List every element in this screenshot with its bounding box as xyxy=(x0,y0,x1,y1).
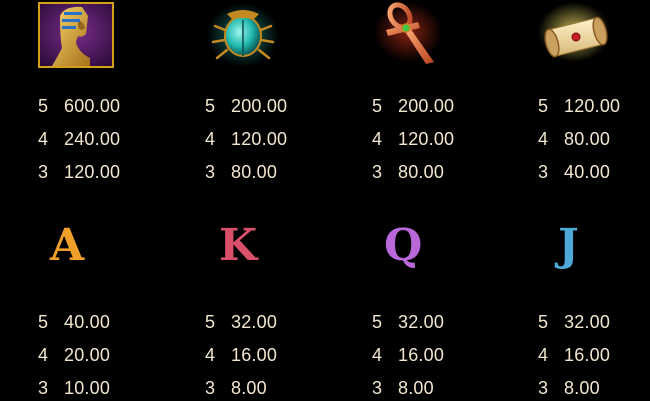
payout-count: 4 xyxy=(538,129,549,149)
symbol-letter: Q xyxy=(384,220,423,271)
payout-value: 32.00 xyxy=(564,312,611,332)
payout-value: 8.00 xyxy=(398,378,434,398)
paytable: 5 600.00 4 240.00 3 120.00 5 200.00 4 12… xyxy=(0,0,650,400)
payout-count: 4 xyxy=(372,345,383,365)
payout-count: 4 xyxy=(38,345,49,365)
payout-value: 32.00 xyxy=(398,312,445,332)
payout-row: 3 8.00 xyxy=(372,368,522,401)
payout-value: 10.00 xyxy=(64,378,111,398)
payout-list: 5 600.00 4 240.00 3 120.00 xyxy=(38,86,188,185)
payout-row: 4 120.00 xyxy=(372,119,522,152)
payout-value: 40.00 xyxy=(564,162,611,182)
payout-row: 3 40.00 xyxy=(538,152,650,185)
symbol-letter: K xyxy=(219,220,258,271)
payout-value: 16.00 xyxy=(398,345,445,365)
payout-row: 3 10.00 xyxy=(38,368,188,401)
payout-row: 4 120.00 xyxy=(205,119,355,152)
payout-list: 5 32.00 4 16.00 3 8.00 xyxy=(205,302,355,401)
payout-count: 3 xyxy=(372,378,383,398)
payout-count: 5 xyxy=(38,312,49,332)
payout-count: 5 xyxy=(372,312,383,332)
letter-q-icon: Q xyxy=(372,216,452,286)
payout-count: 5 xyxy=(538,312,549,332)
payout-value: 16.00 xyxy=(564,345,611,365)
payout-list: 5 32.00 4 16.00 3 8.00 xyxy=(372,302,522,401)
payout-row: 5 32.00 xyxy=(205,302,355,335)
payout-value: 200.00 xyxy=(231,96,288,116)
payout-count: 3 xyxy=(205,162,216,182)
payout-row: 5 32.00 xyxy=(372,302,522,335)
payout-value: 32.00 xyxy=(231,312,278,332)
payout-list: 5 120.00 4 80.00 3 40.00 xyxy=(538,86,650,185)
payout-value: 120.00 xyxy=(64,162,121,182)
payout-value: 80.00 xyxy=(564,129,611,149)
payout-row: 5 40.00 xyxy=(38,302,188,335)
payout-value: 120.00 xyxy=(564,96,621,116)
symbol-letter: A xyxy=(50,220,85,271)
payout-row: 5 600.00 xyxy=(38,86,188,119)
ankh-icon xyxy=(372,0,452,70)
payout-row: 4 240.00 xyxy=(38,119,188,152)
payout-value: 8.00 xyxy=(564,378,600,398)
payout-count: 4 xyxy=(205,129,216,149)
payout-count: 4 xyxy=(372,129,383,149)
payout-list: 5 200.00 4 120.00 3 80.00 xyxy=(372,86,522,185)
payout-row: 4 16.00 xyxy=(205,335,355,368)
payout-row: 3 80.00 xyxy=(372,152,522,185)
payout-row: 3 120.00 xyxy=(38,152,188,185)
payout-value: 120.00 xyxy=(231,129,288,149)
payout-value: 40.00 xyxy=(64,312,111,332)
payout-row: 5 120.00 xyxy=(538,86,650,119)
payout-row: 4 16.00 xyxy=(372,335,522,368)
payout-value: 80.00 xyxy=(231,162,278,182)
payout-count: 3 xyxy=(538,378,549,398)
payout-count: 5 xyxy=(38,96,49,116)
payout-row: 3 80.00 xyxy=(205,152,355,185)
payout-count: 3 xyxy=(205,378,216,398)
payout-count: 3 xyxy=(538,162,549,182)
payout-count: 4 xyxy=(205,345,216,365)
letter-a-icon: A xyxy=(38,216,118,286)
payout-count: 5 xyxy=(538,96,549,116)
scarab-beetle-icon xyxy=(205,0,285,70)
payout-row: 3 8.00 xyxy=(538,368,650,401)
nefertiti-bust-icon xyxy=(38,2,118,72)
payout-count: 4 xyxy=(38,129,49,149)
payout-count: 5 xyxy=(205,96,216,116)
payout-count: 3 xyxy=(38,378,49,398)
payout-value: 8.00 xyxy=(231,378,267,398)
payout-row: 3 8.00 xyxy=(205,368,355,401)
payout-count: 5 xyxy=(372,96,383,116)
payout-row: 5 200.00 xyxy=(372,86,522,119)
payout-value: 20.00 xyxy=(64,345,111,365)
payout-value: 120.00 xyxy=(398,129,455,149)
payout-value: 200.00 xyxy=(398,96,455,116)
payout-list: 5 32.00 4 16.00 3 8.00 xyxy=(538,302,650,401)
payout-row: 5 200.00 xyxy=(205,86,355,119)
payout-row: 4 20.00 xyxy=(38,335,188,368)
payout-list: 5 200.00 4 120.00 3 80.00 xyxy=(205,86,355,185)
papyrus-scroll-icon xyxy=(538,0,618,70)
payout-count: 4 xyxy=(538,345,549,365)
payout-count: 5 xyxy=(205,312,216,332)
letter-j-icon: J xyxy=(538,216,618,286)
payout-list: 5 40.00 4 20.00 3 10.00 xyxy=(38,302,188,401)
payout-row: 5 32.00 xyxy=(538,302,650,335)
payout-count: 3 xyxy=(372,162,383,182)
payout-value: 16.00 xyxy=(231,345,278,365)
payout-value: 600.00 xyxy=(64,96,121,116)
payout-value: 240.00 xyxy=(64,129,121,149)
symbol-letter: J xyxy=(558,220,579,271)
letter-k-icon: K xyxy=(205,216,285,286)
payout-row: 4 80.00 xyxy=(538,119,650,152)
payout-count: 3 xyxy=(38,162,49,182)
payout-value: 80.00 xyxy=(398,162,445,182)
payout-row: 4 16.00 xyxy=(538,335,650,368)
